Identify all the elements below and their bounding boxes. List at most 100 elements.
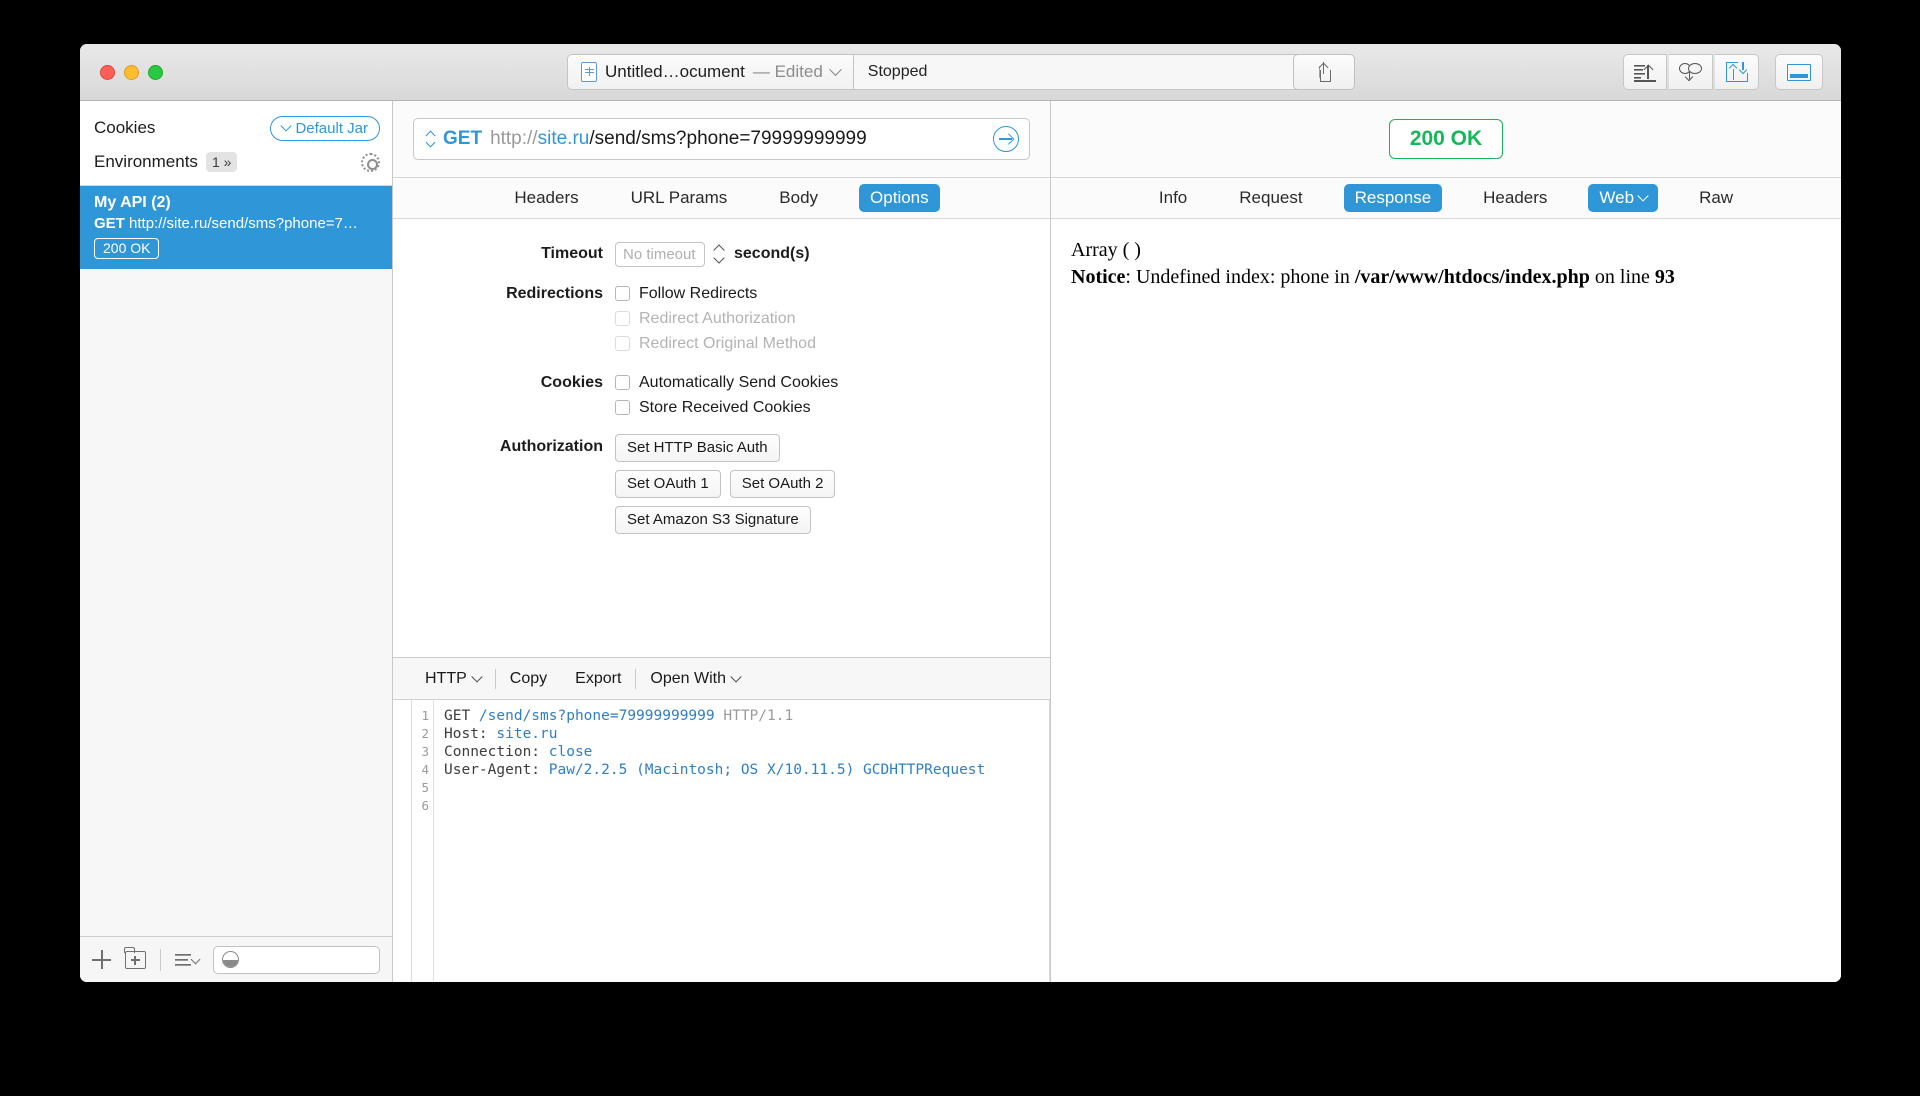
notice-tail: on line xyxy=(1589,266,1655,288)
sidebar-environments-row[interactable]: Environments 1 » xyxy=(80,145,392,179)
search-input[interactable] xyxy=(213,945,380,974)
notice-line-number: 93 xyxy=(1654,266,1675,288)
document-title-button[interactable]: Untitled…ocument — Edited xyxy=(567,54,853,90)
timeout-stepper[interactable] xyxy=(713,242,726,266)
toggle-panel-button[interactable] xyxy=(1775,54,1823,90)
open-with-dropdown[interactable]: Open With xyxy=(636,670,754,688)
code-content[interactable]: GET /send/sms?phone=79999999999 HTTP/1.1… xyxy=(434,700,985,982)
url-host: site.ru xyxy=(537,128,590,149)
share-icon xyxy=(1316,62,1333,82)
tab-headers[interactable]: Headers xyxy=(503,184,589,212)
cookie-jar-button[interactable]: Default Jar xyxy=(270,115,380,141)
zoom-window-button[interactable] xyxy=(148,64,163,80)
cookie-jar-label: Default Jar xyxy=(295,119,368,137)
set-oauth2-button[interactable]: Set OAuth 2 xyxy=(729,470,836,498)
checkbox-auto-send-cookies[interactable]: Automatically Send Cookies xyxy=(615,370,838,395)
sidebar-request-item[interactable]: My API (2) GET http://site.ru/send/sms?p… xyxy=(80,186,392,269)
list-sort-icon[interactable] xyxy=(175,952,201,968)
send-request-button[interactable] xyxy=(993,126,1019,152)
redirections-row: Redirections Follow Redirects Redirect A… xyxy=(393,281,1050,356)
code-editor[interactable]: 1 2 3 4 5 6 GET /send/sms?phone=79999999… xyxy=(411,700,1050,982)
code-toolbar: HTTP Copy Export Open With xyxy=(393,658,1050,700)
options-panel: Timeout No timeout second(s) Redirection… xyxy=(393,219,1050,657)
environments-label: Environments xyxy=(94,152,198,171)
export-button[interactable]: Export xyxy=(561,670,635,688)
tab-request[interactable]: Request xyxy=(1228,184,1313,212)
up-down-arrows-icon[interactable] xyxy=(426,130,435,148)
tab-url-params[interactable]: URL Params xyxy=(620,184,739,212)
timeout-input[interactable]: No timeout xyxy=(615,241,705,267)
set-http-basic-auth-button[interactable]: Set HTTP Basic Auth xyxy=(615,434,780,462)
checkbox-label: Store Received Cookies xyxy=(639,398,811,416)
response-status-badge: 200 OK xyxy=(1388,119,1504,159)
tab-response[interactable]: Response xyxy=(1343,184,1443,212)
sidebar-footer-toolbar xyxy=(80,936,392,982)
close-window-button[interactable] xyxy=(100,64,115,80)
document-icon xyxy=(581,62,597,82)
authorization-label: Authorization xyxy=(499,438,603,455)
chevron-down-icon xyxy=(471,670,483,683)
view-mode-label: Web xyxy=(1599,188,1635,207)
checkbox-icon[interactable] xyxy=(615,375,630,390)
checkbox-follow-redirects[interactable]: Follow Redirects xyxy=(615,281,757,306)
document-name: Untitled…ocument xyxy=(605,62,745,81)
response-line-2: Notice: Undefined index: phone in /var/w… xyxy=(1071,264,1821,291)
gear-icon[interactable] xyxy=(361,152,380,172)
code-line-numbers: 1 2 3 4 5 6 xyxy=(412,700,434,982)
checkbox-redirect-authorization: Redirect Authorization xyxy=(615,306,796,331)
minimize-window-button[interactable] xyxy=(124,64,139,80)
checkbox-store-received-cookies[interactable]: Store Received Cookies xyxy=(615,395,811,420)
new-folder-icon[interactable] xyxy=(124,946,146,969)
set-oauth1-button[interactable]: Set OAuth 1 xyxy=(615,470,721,498)
sidebar-cookies-row[interactable]: Cookies Default Jar xyxy=(80,111,392,145)
sidebar: Cookies Default Jar Environments 1 » My … xyxy=(80,101,393,982)
share-button[interactable] xyxy=(1293,54,1355,90)
checkbox-label: Redirect Original Method xyxy=(639,334,816,352)
cookies-label: Cookies xyxy=(94,118,156,137)
checkbox-icon[interactable] xyxy=(615,400,630,415)
tab-response-headers[interactable]: Headers xyxy=(1472,184,1558,212)
checkbox-label: Follow Redirects xyxy=(639,284,758,302)
notice-sep: : Undefined index: phone in xyxy=(1125,266,1355,288)
divider xyxy=(160,948,161,971)
import-button[interactable] xyxy=(1715,54,1759,90)
http-method-label[interactable]: GET xyxy=(443,128,482,150)
chevron-down-icon xyxy=(730,670,742,683)
window-body: Cookies Default Jar Environments 1 » My … xyxy=(80,101,1841,982)
cloud-sync-icon xyxy=(1678,62,1703,82)
timeout-unit-label: second(s) xyxy=(734,245,810,262)
response-body: Array ( ) Notice: Undefined index: phone… xyxy=(1051,219,1841,982)
request-name: My API (2) xyxy=(94,194,171,211)
code-format-label: HTTP xyxy=(425,669,467,687)
sidebar-header: Cookies Default Jar Environments 1 » xyxy=(80,101,392,186)
sort-button[interactable] xyxy=(1623,54,1667,90)
document-edited-label: — Edited xyxy=(752,62,823,81)
status-text: Stopped xyxy=(867,63,928,80)
notice-path: /var/www/htdocs/index.php xyxy=(1354,266,1590,288)
checkbox-label: Automatically Send Cookies xyxy=(639,373,839,391)
plus-icon[interactable] xyxy=(92,950,111,969)
url-scheme: http:// xyxy=(490,128,538,149)
redirections-label: Redirections xyxy=(506,285,603,302)
timeout-row: Timeout No timeout second(s) xyxy=(393,241,1050,267)
url-text[interactable]: http://site.ru/send/sms?phone=7999999999… xyxy=(490,128,867,150)
response-status-container: 200 OK xyxy=(1051,101,1841,178)
sort-ascending-icon xyxy=(1634,63,1656,82)
status-field[interactable]: Stopped xyxy=(852,54,1303,90)
set-amazon-s3-signature-button[interactable]: Set Amazon S3 Signature xyxy=(615,506,811,534)
chevron-down-icon[interactable] xyxy=(828,62,842,76)
view-mode-dropdown[interactable]: Web xyxy=(1588,184,1659,212)
tab-options[interactable]: Options xyxy=(859,184,940,212)
tab-raw[interactable]: Raw xyxy=(1688,184,1744,212)
environments-count-badge[interactable]: 1 » xyxy=(205,152,238,172)
checkbox-redirect-original-method: Redirect Original Method xyxy=(615,331,816,356)
notice-label: Notice xyxy=(1071,266,1126,288)
url-bar[interactable]: GET http://site.ru/send/sms?phone=799999… xyxy=(413,118,1030,160)
code-format-dropdown[interactable]: HTTP xyxy=(411,670,495,688)
tab-info[interactable]: Info xyxy=(1148,184,1198,212)
checkbox-icon[interactable] xyxy=(615,286,630,301)
tab-body[interactable]: Body xyxy=(768,184,829,212)
response-line-1: Array ( ) xyxy=(1071,239,1141,261)
copy-button[interactable]: Copy xyxy=(496,670,561,688)
cloud-sync-button[interactable] xyxy=(1669,54,1713,90)
